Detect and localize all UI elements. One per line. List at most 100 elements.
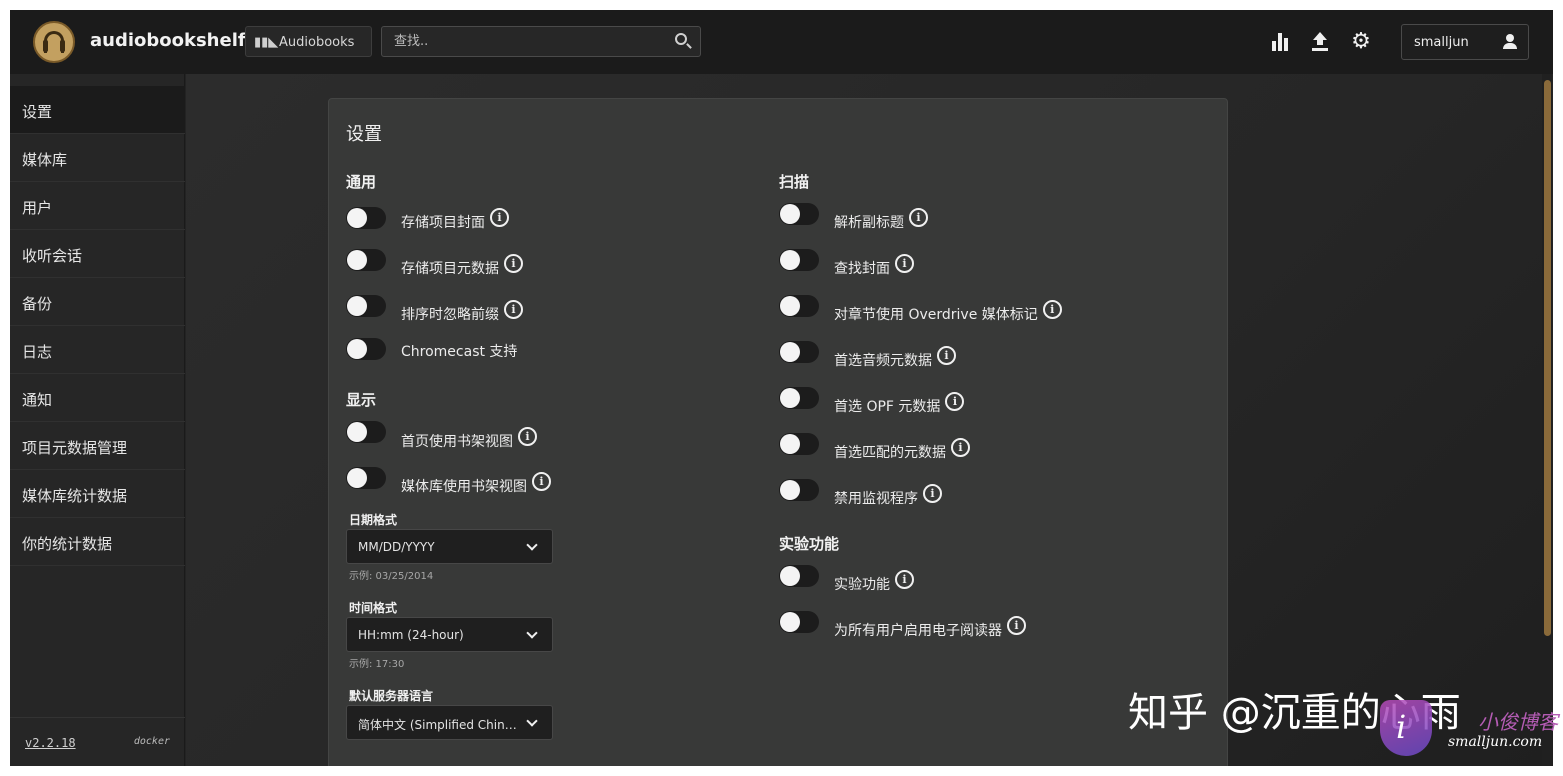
info-icon[interactable]: i <box>1007 616 1026 635</box>
option-find-cover: 查找封面 i <box>834 254 914 278</box>
main-content: 设置 通用 存储项目封面 i 存储项目元数据 i 排序时忽略前缀 i Chromeca… <box>186 74 1553 766</box>
option-ignore-prefix: 排序时忽略前缀 i <box>401 300 523 324</box>
toggle-store-metadata[interactable] <box>346 249 386 271</box>
sidebar-item-label: 你的统计数据 <box>22 535 113 553</box>
toggle-prefer-audio-metadata[interactable] <box>779 341 819 363</box>
info-icon[interactable]: i <box>951 438 970 457</box>
sidebar-item-libraries[interactable]: 媒体库 <box>10 134 185 182</box>
sidebar-item-label: 媒体库统计数据 <box>22 487 128 505</box>
page-title: 设置 <box>346 124 382 145</box>
sidebar-item-label: 通知 <box>22 391 53 409</box>
search-input[interactable] <box>381 26 701 57</box>
info-icon[interactable]: i <box>945 392 965 411</box>
date-format-label: 日期格式 <box>349 513 398 527</box>
top-header: audiobookshelf ▮▮◣ Audiobooks ⚙ smalljun <box>10 10 1553 74</box>
sidebar-item-library-stats[interactable]: 媒体库统计数据 <box>10 470 185 518</box>
info-icon[interactable]: i <box>909 208 928 227</box>
toggle-ereader-all-users[interactable] <box>779 611 819 633</box>
toggle-overdrive-markers[interactable] <box>779 295 819 317</box>
date-format-select[interactable]: MM/DD/YYYY <box>346 529 553 564</box>
audiobookshelf-logo-icon[interactable] <box>33 21 75 63</box>
chevron-down-icon <box>526 627 538 639</box>
option-store-cover: 存储项目封面 i <box>401 208 509 232</box>
time-format-select[interactable]: HH:mm (24-hour) <box>346 617 553 652</box>
date-format-value: MM/DD/YYYY <box>358 540 435 554</box>
toggle-parse-subtitle[interactable] <box>779 203 819 225</box>
option-store-metadata: 存储项目元数据 i <box>401 254 523 278</box>
section-general-title: 通用 <box>346 173 377 191</box>
sidebar-item-your-stats[interactable]: 你的统计数据 <box>10 518 185 566</box>
option-prefer-audio-metadata: 首选音频元数据 i <box>834 346 956 370</box>
info-icon[interactable]: i <box>895 254 914 273</box>
sidebar-item-label: 设置 <box>22 103 53 121</box>
language-value: 简体中文 (Simplified Chinese) <box>358 718 520 732</box>
user-menu-button[interactable]: smalljun <box>1401 24 1529 60</box>
section-display-title: 显示 <box>346 391 377 409</box>
sidebar-item-label: 收听会话 <box>22 247 83 265</box>
sidebar-item-label: 媒体库 <box>22 151 68 169</box>
toggle-home-bookshelf[interactable] <box>346 421 386 443</box>
sidebar-item-label: 日志 <box>22 343 53 361</box>
info-icon[interactable]: i <box>490 208 509 227</box>
option-library-bookshelf: 媒体库使用书架视图 i <box>401 472 551 496</box>
option-disable-watcher: 禁用监视程序 i <box>834 484 942 508</box>
username: smalljun <box>1414 35 1469 50</box>
option-prefer-opf-metadata: 首选 OPF 元数据 i <box>834 392 965 416</box>
info-icon[interactable]: i <box>1042 300 1062 319</box>
sidebar-item-label: 用户 <box>22 199 53 217</box>
search-icon[interactable] <box>675 33 687 45</box>
date-format-example: 示例: 03/25/2014 <box>349 571 434 582</box>
gear-icon[interactable]: ⚙ <box>1350 31 1372 53</box>
info-icon[interactable]: i <box>504 254 523 273</box>
sidebar-item-users[interactable]: 用户 <box>10 182 185 230</box>
watermark-badge-icon: i <box>1380 700 1436 756</box>
toggle-experimental[interactable] <box>779 565 819 587</box>
option-ereader-all-users: 为所有用户启用电子阅读器 i <box>834 616 1026 640</box>
info-icon[interactable]: i <box>532 472 551 491</box>
app-title[interactable]: audiobookshelf <box>90 30 246 51</box>
option-parse-subtitle: 解析副标题 i <box>834 208 928 232</box>
toggle-ignore-prefix[interactable] <box>346 295 386 317</box>
toggle-store-cover[interactable] <box>346 207 386 229</box>
info-icon[interactable]: i <box>923 484 942 503</box>
toggle-prefer-matched-metadata[interactable] <box>779 433 819 455</box>
stats-icon[interactable] <box>1272 33 1290 51</box>
option-home-bookshelf: 首页使用书架视图 i <box>401 427 537 451</box>
settings-panel: 设置 通用 存储项目封面 i 存储项目元数据 i 排序时忽略前缀 i Chromeca… <box>328 98 1228 766</box>
books-icon: ▮▮◣ <box>254 35 279 50</box>
sidebar-item-settings[interactable]: 设置 <box>10 86 185 134</box>
time-format-value: HH:mm (24-hour) <box>358 628 464 642</box>
sidebar-item-label: 项目元数据管理 <box>22 439 128 457</box>
time-format-label: 时间格式 <box>349 601 398 615</box>
info-icon[interactable]: i <box>504 300 523 319</box>
sidebar-item-backups[interactable]: 备份 <box>10 278 185 326</box>
language-select[interactable]: 简体中文 (Simplified Chinese) <box>346 705 553 740</box>
sidebar-item-logs[interactable]: 日志 <box>10 326 185 374</box>
version-link[interactable]: v2.2.18 <box>25 736 76 750</box>
language-label: 默认服务器语言 <box>349 689 434 703</box>
sidebar-item-notifications[interactable]: 通知 <box>10 374 185 422</box>
library-selector-button[interactable]: ▮▮◣ Audiobooks <box>245 26 372 57</box>
toggle-library-bookshelf[interactable] <box>346 467 386 489</box>
toggle-chromecast[interactable] <box>346 338 386 360</box>
upload-icon[interactable] <box>1311 32 1329 52</box>
sidebar-item-sessions[interactable]: 收听会话 <box>10 230 185 278</box>
library-label: Audiobooks <box>279 35 355 50</box>
info-icon[interactable]: i <box>518 427 537 446</box>
info-icon[interactable]: i <box>895 570 914 589</box>
sidebar-item-item-metadata[interactable]: 项目元数据管理 <box>10 422 185 470</box>
chevron-down-icon <box>526 715 538 727</box>
toggle-disable-watcher[interactable] <box>779 479 819 501</box>
info-icon[interactable]: i <box>937 346 956 365</box>
user-icon <box>1502 34 1518 50</box>
section-scan-title: 扫描 <box>779 173 810 191</box>
toggle-prefer-opf-metadata[interactable] <box>779 387 819 409</box>
deployment-type: docker <box>133 736 170 747</box>
option-prefer-matched-metadata: 首选匹配的元数据 i <box>834 438 970 462</box>
sidebar-divider <box>10 717 185 718</box>
sidebar-item-label: 备份 <box>22 295 53 313</box>
section-experimental-title: 实验功能 <box>779 535 840 553</box>
toggle-find-cover[interactable] <box>779 249 819 271</box>
watermark-url: smalljun.com <box>1448 734 1543 750</box>
scrollbar-thumb[interactable] <box>1544 80 1551 636</box>
